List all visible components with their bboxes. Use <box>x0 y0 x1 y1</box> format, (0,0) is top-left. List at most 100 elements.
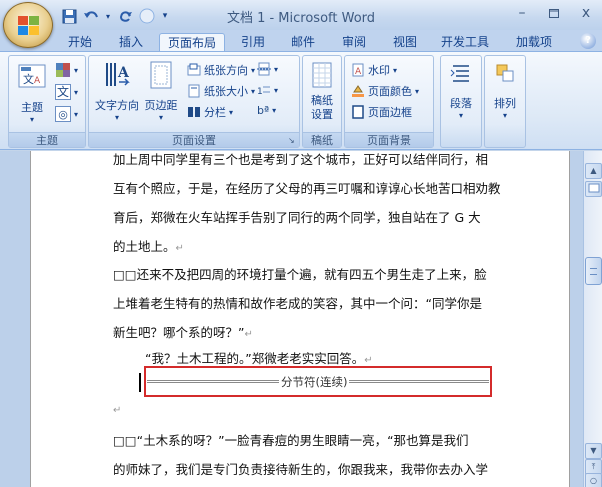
tab-view[interactable]: 视图 <box>390 33 420 52</box>
manuscript-label-line1: 稿纸 <box>311 94 333 107</box>
tab-review[interactable]: 审阅 <box>339 33 369 52</box>
browse-object-button[interactable]: ○ <box>585 473 602 487</box>
margins-button[interactable]: 页边距 ▾ <box>141 60 181 122</box>
manuscript-settings-button[interactable]: 稿纸 设置 <box>305 62 339 122</box>
page-color-icon <box>352 85 364 97</box>
themes-dropdown-icon: ▾ <box>29 115 34 124</box>
paragraph-label: 段落 <box>450 97 472 110</box>
paragraph-icon <box>450 65 469 82</box>
watermark-button[interactable]: A 水印 ▾ <box>351 62 397 78</box>
ribbon-tabs: 开始 插入 页面布局 引用 邮件 审阅 视图 开发工具 加载项 ? <box>0 30 602 52</box>
svg-text:文: 文 <box>23 72 34 86</box>
themes-group-label: 主题 <box>9 132 85 147</box>
page-setup-dialog-launcher-icon[interactable]: ↘ <box>288 136 297 145</box>
line-numbers-button[interactable]: 1 ▾ <box>257 83 278 98</box>
columns-label: 分栏 <box>204 106 226 119</box>
columns-button[interactable]: 分栏 ▾ <box>187 104 233 120</box>
text-direction-label: 文字方向 <box>95 99 139 112</box>
document-line: 新生吧？哪个系的呀？”↵ <box>113 325 253 340</box>
size-button[interactable]: 纸张大小 ▾ <box>187 83 255 99</box>
scroll-down-button[interactable]: ▼ <box>585 443 602 459</box>
document-line: 的师妹了，我们是专门负责接待新生的，你跟我来，我带你去办入学 <box>113 462 489 477</box>
text-direction-icon: A <box>106 63 130 86</box>
columns-icon <box>188 107 200 117</box>
theme-fonts-button[interactable]: 文 ▾ <box>55 84 78 100</box>
manuscript-group: 稿纸 设置 稿纸 <box>302 55 342 148</box>
theme-effects-button[interactable]: ◎ ▾ <box>55 106 78 122</box>
office-logo-icon <box>18 16 39 35</box>
document-line: □□还来不及把四周的环境打量个遍，就有四五个男生走了上来，脸 <box>113 267 487 282</box>
help-icon[interactable]: ? <box>580 33 596 49</box>
page-background-group: A 水印 ▾ 页面颜色 ▾ 页面边框 页面背景 <box>344 55 434 148</box>
paragraph-button[interactable]: 段落 ▾ <box>444 62 478 120</box>
office-button[interactable] <box>3 2 53 48</box>
arrange-button[interactable]: 排列 ▾ <box>488 62 522 120</box>
document-line: 的土地上。↵ <box>113 239 184 254</box>
tab-home[interactable]: 开始 <box>66 33 94 52</box>
tab-developer[interactable]: 开发工具 <box>437 33 493 52</box>
theme-colors-icon <box>56 63 70 77</box>
scroll-up-button[interactable]: ▲ <box>585 163 602 179</box>
theme-colors-button[interactable]: ▾ <box>55 62 78 78</box>
arrange-label: 排列 <box>494 97 516 110</box>
maximize-button[interactable] <box>538 0 570 26</box>
close-button[interactable]: x <box>570 0 602 26</box>
manuscript-icon <box>312 62 332 88</box>
themes-button[interactable]: 文 A 主题 ▾ <box>15 62 49 124</box>
margins-dropdown-icon: ▾ <box>158 113 163 122</box>
hyphenation-button[interactable]: bª ▾ <box>257 104 276 117</box>
text-cursor <box>139 373 141 392</box>
document-line: 互有个照应，于是，在经历了父母的再三叮嘱和谆谆心长地苦口相劝教 <box>113 181 501 196</box>
watermark-label: 水印 <box>368 64 390 77</box>
document-line: 上堆着老生特有的热情和故作老成的笑容，其中一个问：“同学你是 <box>113 296 482 311</box>
page-borders-button[interactable]: 页面边框 <box>351 104 412 120</box>
themes-icon: 文 A <box>18 64 46 88</box>
arrange-icon <box>496 64 514 82</box>
arrange-dropdown-icon: ▾ <box>502 111 507 120</box>
themes-label: 主题 <box>21 101 43 114</box>
manuscript-group-label: 稿纸 <box>303 132 341 147</box>
scroll-thumb[interactable] <box>585 257 602 285</box>
tab-insert[interactable]: 插入 <box>117 33 145 52</box>
document-line: 育后，郑微在火车站挥手告别了同行的两个同学，独自站在了 G 大 <box>113 210 481 225</box>
paragraph-mark: ↵ <box>364 355 373 366</box>
minimize-button[interactable]: – <box>506 0 538 26</box>
document-line: “我？土木工程的。”郑微老老实实回答。↵ <box>145 351 373 366</box>
arrange-group: 排列 ▾ <box>484 55 526 148</box>
watermark-icon: A <box>352 63 364 77</box>
page-color-button[interactable]: 页面颜色 ▾ <box>351 83 419 99</box>
breaks-button[interactable]: ▾ <box>257 62 278 76</box>
line-numbers-icon: 1 <box>257 86 270 97</box>
svg-text:A: A <box>355 67 362 77</box>
paragraph-group: 段落 ▾ <box>440 55 482 148</box>
tab-mailings[interactable]: 邮件 <box>288 33 318 52</box>
page-borders-icon <box>352 105 364 119</box>
paragraph-mark: ↵ <box>113 405 122 416</box>
ribbon: 文 A 主题 ▾ ▾ 文 ▾ ◎ ▾ 主题 A 文字方向 ▾ 页边距 ▾ 纸张方… <box>0 51 602 150</box>
document-area: 加上周中同学里有三个也是考到了这个城市，正好可以结伴同行，相 互有个照应，于是，… <box>0 151 583 487</box>
page-background-group-label: 页面背景 <box>345 132 433 147</box>
margins-icon <box>150 61 172 89</box>
svg-text:1: 1 <box>257 87 263 97</box>
svg-text:A: A <box>117 65 130 81</box>
orientation-button[interactable]: 纸张方向 ▾ <box>187 62 255 78</box>
breaks-icon <box>257 62 271 76</box>
paragraph-mark: ↵ <box>175 243 184 254</box>
text-direction-dropdown-icon: ▾ <box>114 113 119 122</box>
paragraph-mark: ↵ <box>244 329 253 340</box>
themes-group: 文 A 主题 ▾ ▾ 文 ▾ ◎ ▾ 主题 <box>8 55 86 148</box>
document-line: □□“土木系的呀？”一脸青春痘的男生眼睛一亮，“那也算是我们 <box>113 433 469 448</box>
page-setup-group: A 文字方向 ▾ 页边距 ▾ 纸张方向 ▾ 纸张大小 ▾ 分栏 ▾ ▾ 1 ▾ … <box>88 55 300 148</box>
vertical-scrollbar[interactable]: ▲ ▼ ⤒ ○ <box>583 151 602 487</box>
tab-addins[interactable]: 加载项 <box>512 33 556 52</box>
text-direction-button[interactable]: A 文字方向 ▾ <box>95 60 139 122</box>
tab-page-layout[interactable]: 页面布局 <box>159 33 225 52</box>
tab-references[interactable]: 引用 <box>238 33 268 52</box>
document-page[interactable]: 加上周中同学里有三个也是考到了这个城市，正好可以结伴同行，相 互有个照应，于是，… <box>30 151 570 487</box>
size-label: 纸张大小 <box>204 85 248 98</box>
ruler-toggle-icon[interactable] <box>585 181 602 197</box>
paragraph-dropdown-icon: ▾ <box>458 111 463 120</box>
hyphenation-icon: bª <box>257 104 270 117</box>
document-line: 加上周中同学里有三个也是考到了这个城市，正好可以结伴同行，相 <box>113 152 489 167</box>
size-icon <box>188 84 200 98</box>
